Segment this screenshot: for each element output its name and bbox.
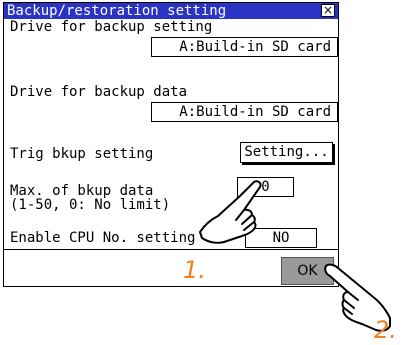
drive-backup-data-field[interactable]: A:Build-in SD card	[151, 102, 338, 122]
trig-backup-setting-button[interactable]: Setting...	[240, 142, 333, 163]
dialog-title: Backup/restoration setting	[7, 3, 227, 19]
title-bar: Backup/restoration setting ×	[4, 3, 338, 19]
pointing-hand-icon	[199, 180, 262, 244]
max-backup-label-line2: (1-50, 0: No limit)	[10, 197, 171, 213]
trig-backup-label: Trig bkup setting	[10, 146, 154, 162]
step-2-marker: 2.	[374, 316, 397, 344]
close-icon[interactable]: ×	[321, 4, 335, 17]
backup-restoration-dialog: Backup/restoration setting × Drive for b…	[3, 2, 339, 287]
drive-backup-data-label: Drive for backup data	[10, 84, 188, 100]
drive-backup-setting-field[interactable]: A:Build-in SD card	[151, 37, 338, 57]
drive-backup-setting-label: Drive for backup setting	[10, 19, 213, 35]
cpu-no-label: Enable CPU No. setting	[10, 230, 196, 246]
step-1-marker: 1.	[183, 256, 206, 284]
